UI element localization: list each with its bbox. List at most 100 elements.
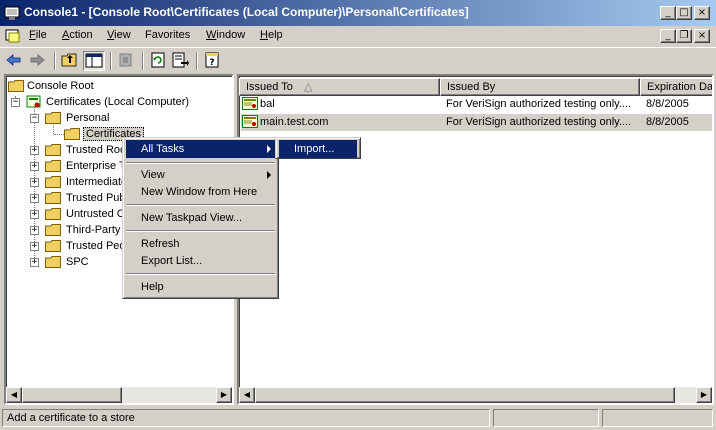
tree-item-label: Trusted Pub xyxy=(66,192,126,204)
ctx-new-taskpad-view[interactable]: New Taskpad View... xyxy=(126,209,275,227)
scroll-right-button[interactable]: ▶ xyxy=(216,387,232,403)
folder-icon xyxy=(45,256,61,268)
child-restore-button[interactable]: ❐ xyxy=(676,29,692,43)
forward-arrow-icon xyxy=(30,54,45,66)
folder-icon xyxy=(8,80,24,92)
ctx-refresh[interactable]: Refresh xyxy=(126,235,275,253)
show-hide-tree-button[interactable] xyxy=(83,51,105,71)
menu-window-rest: indow xyxy=(216,29,246,41)
tree-item-label: Console Root xyxy=(27,80,94,92)
status-pane xyxy=(493,409,599,427)
menu-help-rest: elp xyxy=(267,29,283,41)
expand-toggle[interactable]: + xyxy=(30,226,39,235)
menu-bar: File Action View Favorites Window Help _… xyxy=(0,26,716,46)
ctx-item-label: Help xyxy=(141,281,164,293)
menu-help[interactable]: Help xyxy=(260,29,283,41)
scroll-left-button[interactable]: ◀ xyxy=(6,387,22,403)
ctx-view[interactable]: View xyxy=(126,166,275,184)
status-pane xyxy=(602,409,713,427)
tree-item-label: Trusted Roo xyxy=(66,144,127,156)
refresh-button[interactable] xyxy=(148,51,170,71)
list-horizontal-scrollbar[interactable]: ◀ ▶ xyxy=(239,387,712,403)
help-icon: ? xyxy=(205,52,219,68)
child-window-icon[interactable] xyxy=(5,28,21,44)
tree-item-label: Untrusted C xyxy=(66,208,125,220)
scroll-thumb[interactable] xyxy=(22,387,122,403)
list-pane[interactable]: Issued To △ Issued By Expiration Dat 8 b… xyxy=(237,74,714,405)
folder-up-icon xyxy=(61,53,77,67)
delete-button[interactable] xyxy=(116,51,138,71)
submenu-arrow-icon xyxy=(267,171,271,179)
menu-separator xyxy=(126,273,275,275)
tree-item-label: Intermediate xyxy=(66,176,128,188)
column-header-issued-by[interactable]: Issued By xyxy=(440,78,640,96)
sort-ascending-icon: △ xyxy=(303,81,313,93)
expand-toggle[interactable]: + xyxy=(30,178,39,187)
status-text: Add a certificate to a store xyxy=(2,409,490,427)
folder-icon xyxy=(45,192,61,204)
menu-favorites[interactable]: Favorites xyxy=(145,29,190,41)
toolbar-separator xyxy=(110,52,112,70)
expand-toggle[interactable]: + xyxy=(30,210,39,219)
folder-icon xyxy=(45,144,61,156)
folder-open-icon xyxy=(64,128,80,140)
expand-toggle[interactable]: + xyxy=(30,162,39,171)
scroll-thumb[interactable] xyxy=(255,387,675,403)
ctx-all-tasks[interactable]: All Tasks xyxy=(126,140,275,158)
menu-action[interactable]: Action xyxy=(62,29,93,41)
menu-separator xyxy=(126,204,275,206)
collapse-toggle[interactable]: − xyxy=(30,114,39,123)
export-list-button[interactable] xyxy=(170,51,192,71)
expand-toggle[interactable]: + xyxy=(30,258,39,267)
up-one-level-button[interactable] xyxy=(60,51,82,71)
ctx-item-label: New Window from Here xyxy=(141,186,258,198)
expand-toggle[interactable]: + xyxy=(30,146,39,155)
help-button[interactable]: ? xyxy=(202,51,224,71)
ctx-new-window[interactable]: New Window from Here xyxy=(126,183,275,201)
close-button[interactable]: × xyxy=(694,6,710,20)
menu-view-rest: iew xyxy=(114,29,131,41)
ctx-item-label: Refresh xyxy=(141,238,180,250)
tree-item-label: Enterprise T xyxy=(66,160,126,172)
title-bar[interactable]: Console1 - [Console Root\Certificates (L… xyxy=(0,0,716,26)
folder-icon xyxy=(45,240,61,252)
delete-icon xyxy=(119,53,132,67)
menu-separator xyxy=(126,162,275,164)
back-button[interactable] xyxy=(4,51,26,71)
ctx-help[interactable]: Help xyxy=(126,278,275,296)
column-header-issued-to[interactable]: Issued To △ xyxy=(239,78,440,96)
child-close-button[interactable]: × xyxy=(694,29,710,43)
menu-file[interactable]: File xyxy=(29,29,47,41)
menu-file-accel: F xyxy=(29,29,36,41)
context-menu: All Tasks View New Window from Here New … xyxy=(122,137,279,299)
menu-view[interactable]: View xyxy=(107,29,131,41)
column-header-expiration[interactable]: Expiration Dat xyxy=(640,78,712,96)
child-minimize-button[interactable]: _ xyxy=(660,29,676,43)
certificates-snapin-icon xyxy=(26,95,41,108)
cell-expiration: 8/8/2005 xyxy=(646,116,689,128)
list-row-selected[interactable]: main.test.com For VeriSign authorized te… xyxy=(241,114,712,131)
folder-icon xyxy=(45,176,61,188)
menu-help-accel: H xyxy=(260,29,268,41)
status-bar: Add a certificate to a store xyxy=(0,406,716,430)
menu-window[interactable]: Window xyxy=(206,29,245,41)
folder-icon xyxy=(45,160,61,172)
ctx-import[interactable]: Import... xyxy=(279,140,357,158)
ctx-export-list[interactable]: Export List... xyxy=(126,252,275,270)
maximize-button[interactable]: □ xyxy=(676,6,692,20)
collapse-toggle[interactable]: − xyxy=(11,98,20,107)
cell-expiration: 8/8/2005 xyxy=(646,98,689,110)
expand-toggle[interactable]: + xyxy=(30,242,39,251)
scroll-right-button[interactable]: ▶ xyxy=(696,387,712,403)
tree-item-label: Third-Party xyxy=(66,224,121,236)
column-header-label: Issued By xyxy=(447,81,496,93)
menu-separator xyxy=(126,230,275,232)
list-row[interactable]: bal For VeriSign authorized testing only… xyxy=(241,96,712,113)
forward-button[interactable] xyxy=(27,51,49,71)
scroll-left-button[interactable]: ◀ xyxy=(239,387,255,403)
menu-favorites-label: Favorites xyxy=(145,29,191,41)
minimize-button[interactable]: _ xyxy=(660,6,676,20)
console-app-icon[interactable] xyxy=(4,5,20,21)
expand-toggle[interactable]: + xyxy=(30,194,39,203)
tree-horizontal-scrollbar[interactable]: ◀ ▶ xyxy=(6,387,232,403)
